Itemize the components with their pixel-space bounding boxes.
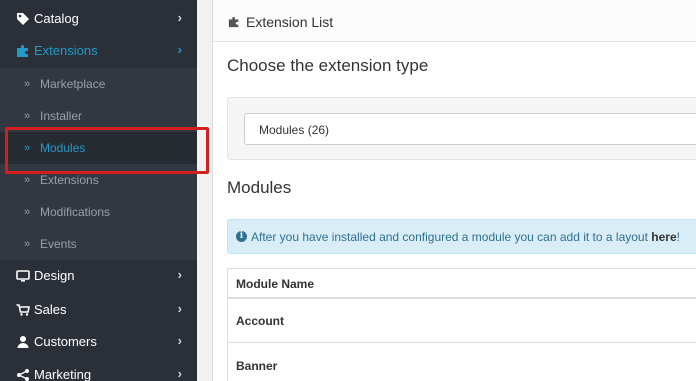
nav-design[interactable]: Design › bbox=[0, 260, 197, 292]
table-row: Account bbox=[228, 299, 696, 343]
extension-type-select[interactable]: Modules (26) bbox=[244, 113, 696, 145]
sidebar: Catalog › Extensions › » Marketplace » I… bbox=[0, 0, 209, 381]
double-chevron-icon: » bbox=[24, 174, 31, 186]
panel-title: Extension List bbox=[246, 14, 334, 30]
alert-link[interactable]: here bbox=[651, 230, 676, 244]
chevron-right-icon: › bbox=[177, 333, 182, 348]
double-chevron-icon: » bbox=[24, 206, 31, 218]
share-icon bbox=[16, 367, 30, 381]
type-select-well: Modules (26) bbox=[227, 97, 696, 160]
module-table: Module Name Account Banner bbox=[227, 268, 696, 381]
monitor-icon bbox=[16, 268, 30, 284]
chevron-right-icon: › bbox=[177, 42, 182, 57]
sub-item-label: Modifications bbox=[40, 205, 111, 219]
panel-heading: Extension List bbox=[213, 0, 696, 42]
table-header: Module Name bbox=[228, 269, 696, 299]
sub-item-modifications[interactable]: » Modifications bbox=[0, 196, 197, 228]
sub-item-label: Installer bbox=[40, 109, 83, 123]
chevron-right-icon: › bbox=[177, 267, 182, 282]
nav-catalog-label: Catalog bbox=[34, 11, 79, 26]
nav-sales[interactable]: Sales › bbox=[0, 294, 197, 326]
select-value: Modules (26) bbox=[259, 123, 330, 137]
module-name-cell: Account bbox=[236, 314, 284, 328]
module-name-cell: Banner bbox=[236, 359, 278, 373]
info-circle-icon: i bbox=[236, 231, 247, 242]
double-chevron-icon: » bbox=[24, 78, 31, 90]
highlight-annotation bbox=[5, 127, 209, 174]
column-module-name[interactable]: Module Name bbox=[236, 277, 314, 291]
sub-item-events[interactable]: » Events bbox=[0, 228, 197, 260]
sub-item-marketplace[interactable]: » Marketplace bbox=[0, 68, 197, 100]
nav-customers-label: Customers bbox=[34, 334, 97, 349]
sub-item-label: Marketplace bbox=[40, 77, 106, 91]
alert-text: After you have installed and configured … bbox=[251, 230, 680, 244]
modules-title: Modules bbox=[227, 178, 292, 197]
choose-type-title: Choose the extension type bbox=[227, 56, 429, 75]
chevron-right-icon: › bbox=[177, 10, 182, 25]
sub-item-label: Extensions bbox=[40, 173, 99, 187]
nav-catalog[interactable]: Catalog › bbox=[0, 3, 197, 35]
puzzle-icon bbox=[228, 15, 240, 28]
alert-suffix: ! bbox=[676, 230, 680, 244]
puzzle-icon bbox=[16, 43, 30, 59]
chevron-right-icon: › bbox=[177, 301, 182, 316]
user-icon bbox=[16, 334, 30, 350]
chevron-right-icon: › bbox=[177, 366, 182, 381]
info-alert: i After you have installed and configure… bbox=[227, 219, 696, 254]
cart-icon bbox=[16, 302, 30, 318]
nav-design-label: Design bbox=[34, 268, 75, 283]
double-chevron-icon: » bbox=[24, 238, 31, 250]
tag-icon bbox=[16, 11, 30, 27]
alert-message: After you have installed and configured … bbox=[251, 230, 648, 244]
table-row: Banner bbox=[228, 344, 696, 381]
sub-item-label: Events bbox=[40, 237, 77, 251]
nav-marketing[interactable]: Marketing › bbox=[0, 359, 197, 381]
double-chevron-icon: » bbox=[24, 110, 31, 122]
main-panel: Extension List Choose the extension type… bbox=[212, 0, 696, 381]
nav-extensions[interactable]: Extensions › bbox=[0, 35, 197, 67]
nav-sales-label: Sales bbox=[34, 302, 67, 317]
nav-extensions-label: Extensions bbox=[34, 43, 98, 58]
nav-marketing-label: Marketing bbox=[34, 367, 92, 381]
nav-customers[interactable]: Customers › bbox=[0, 326, 197, 358]
